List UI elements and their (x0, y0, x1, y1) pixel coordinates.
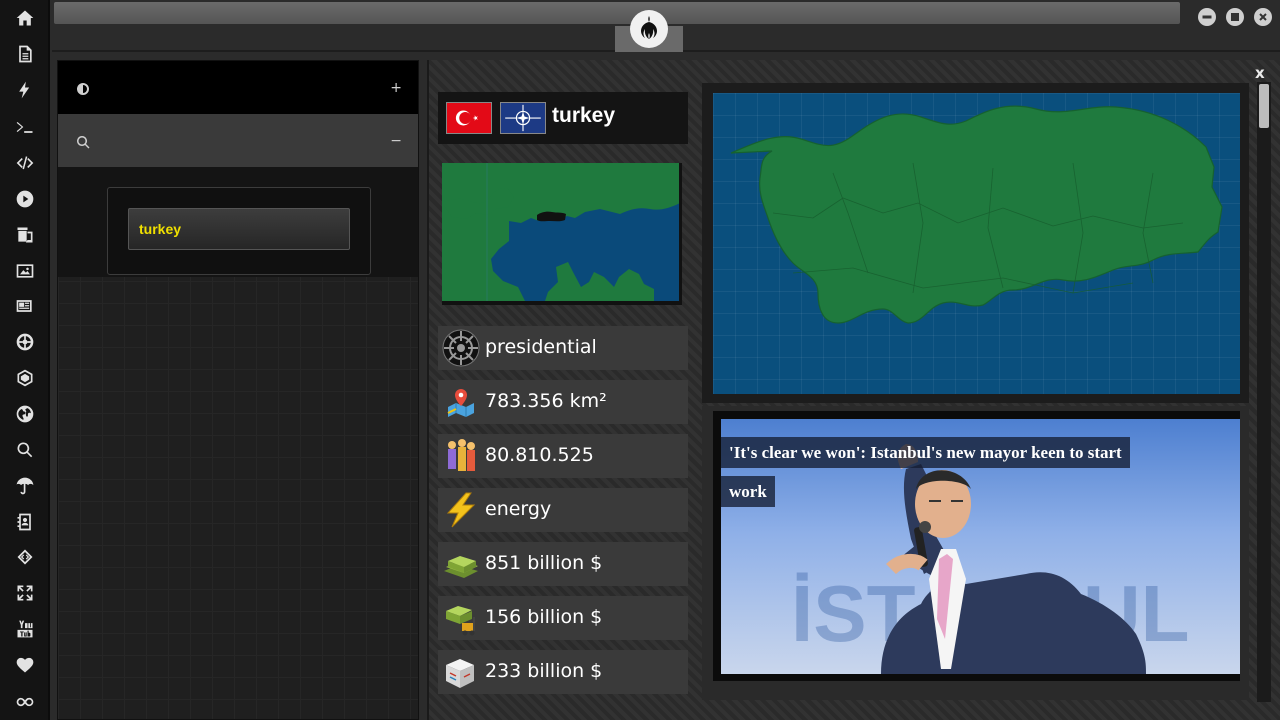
energy-row: energy (438, 488, 688, 532)
news-frame: İSTANBUL 'It's clear we (702, 406, 1249, 700)
news-photo: İSTANBUL 'It's clear we (721, 419, 1240, 674)
icon-rail (0, 0, 50, 720)
heart-icon[interactable] (0, 650, 50, 680)
app-window: + − turkey x turkey presidential 783.356… (0, 0, 1280, 720)
news-headline[interactable]: 'It's clear we won': Istanbul's new mayo… (721, 433, 1131, 511)
expand-plus-button[interactable]: + (390, 80, 402, 96)
country-search-input[interactable]: turkey (128, 208, 350, 250)
search-card: turkey (107, 187, 371, 275)
left-panel: + − turkey (57, 60, 419, 720)
scrollbar[interactable] (1257, 82, 1271, 702)
collapse-minus-button[interactable]: − (390, 133, 402, 149)
country-map[interactable] (713, 93, 1240, 394)
population-icon (442, 437, 480, 475)
empire-icon[interactable] (0, 327, 50, 357)
rebel-alliance-logo-icon[interactable] (630, 10, 668, 48)
youtube-icon[interactable] (0, 614, 50, 644)
image-icon[interactable] (0, 256, 50, 286)
imports-row: 233 billion $ (438, 650, 688, 694)
network-icon[interactable] (0, 363, 50, 393)
scrollbar-thumb[interactable] (1259, 84, 1269, 128)
code-icon[interactable] (0, 148, 50, 178)
document-icon[interactable] (0, 39, 50, 69)
country-panel: x turkey presidential 783.356 km² 80.810… (427, 60, 1280, 720)
top-bar (52, 0, 1280, 52)
close-button[interactable] (1254, 8, 1272, 26)
search-row[interactable]: − (58, 114, 418, 167)
country-header: turkey (438, 92, 688, 144)
minimize-button[interactable] (1198, 8, 1216, 26)
infinity-icon[interactable] (0, 687, 50, 717)
play-icon[interactable] (0, 184, 50, 214)
globe-icon[interactable] (0, 399, 50, 429)
world-map-thumbnail[interactable] (442, 163, 682, 305)
money-stack-icon (442, 545, 480, 583)
government-type: presidential (485, 336, 597, 358)
maximize-button[interactable] (1226, 8, 1244, 26)
money-forklift-icon (442, 599, 480, 637)
turkey-flag-icon (446, 102, 492, 134)
population-value: 80.810.525 (485, 444, 594, 466)
url-bar[interactable] (54, 2, 1180, 24)
population-row: 80.810.525 (438, 434, 688, 478)
boxes-icon (442, 653, 480, 691)
theme-row[interactable]: + (58, 61, 418, 114)
terminal-icon[interactable] (0, 112, 50, 142)
diamond-code-icon[interactable] (0, 542, 50, 572)
news-card[interactable]: İSTANBUL 'It's clear we (713, 411, 1240, 681)
newspaper-icon[interactable] (0, 291, 50, 321)
bolt-icon[interactable] (0, 75, 50, 105)
area-row: 783.356 km² (438, 380, 688, 424)
umbrella-icon[interactable] (0, 471, 50, 501)
gdp-value: 851 billion $ (485, 552, 603, 574)
nato-flag-icon (500, 102, 546, 134)
country-map-frame (702, 83, 1249, 403)
expand-icon[interactable] (0, 578, 50, 608)
search-icon[interactable] (0, 435, 50, 465)
contacts-icon[interactable] (0, 507, 50, 537)
translate-icon[interactable] (0, 220, 50, 250)
exports-row: 156 billion $ (438, 596, 688, 640)
empire-emblem-icon (442, 329, 480, 367)
imports-value: 233 billion $ (485, 660, 603, 682)
country-area: 783.356 km² (485, 390, 607, 412)
government-row: presidential (438, 326, 688, 370)
contrast-icon[interactable] (76, 81, 90, 95)
search-icon[interactable] (76, 134, 90, 148)
home-icon[interactable] (0, 3, 50, 33)
gdp-row: 851 billion $ (438, 542, 688, 586)
exports-value: 156 billion $ (485, 606, 603, 628)
economy-sector: energy (485, 498, 552, 520)
country-name: turkey (552, 104, 616, 127)
lightning-icon (442, 491, 480, 529)
map-area-icon (442, 383, 480, 421)
panel-close-button[interactable]: x (1255, 64, 1265, 82)
